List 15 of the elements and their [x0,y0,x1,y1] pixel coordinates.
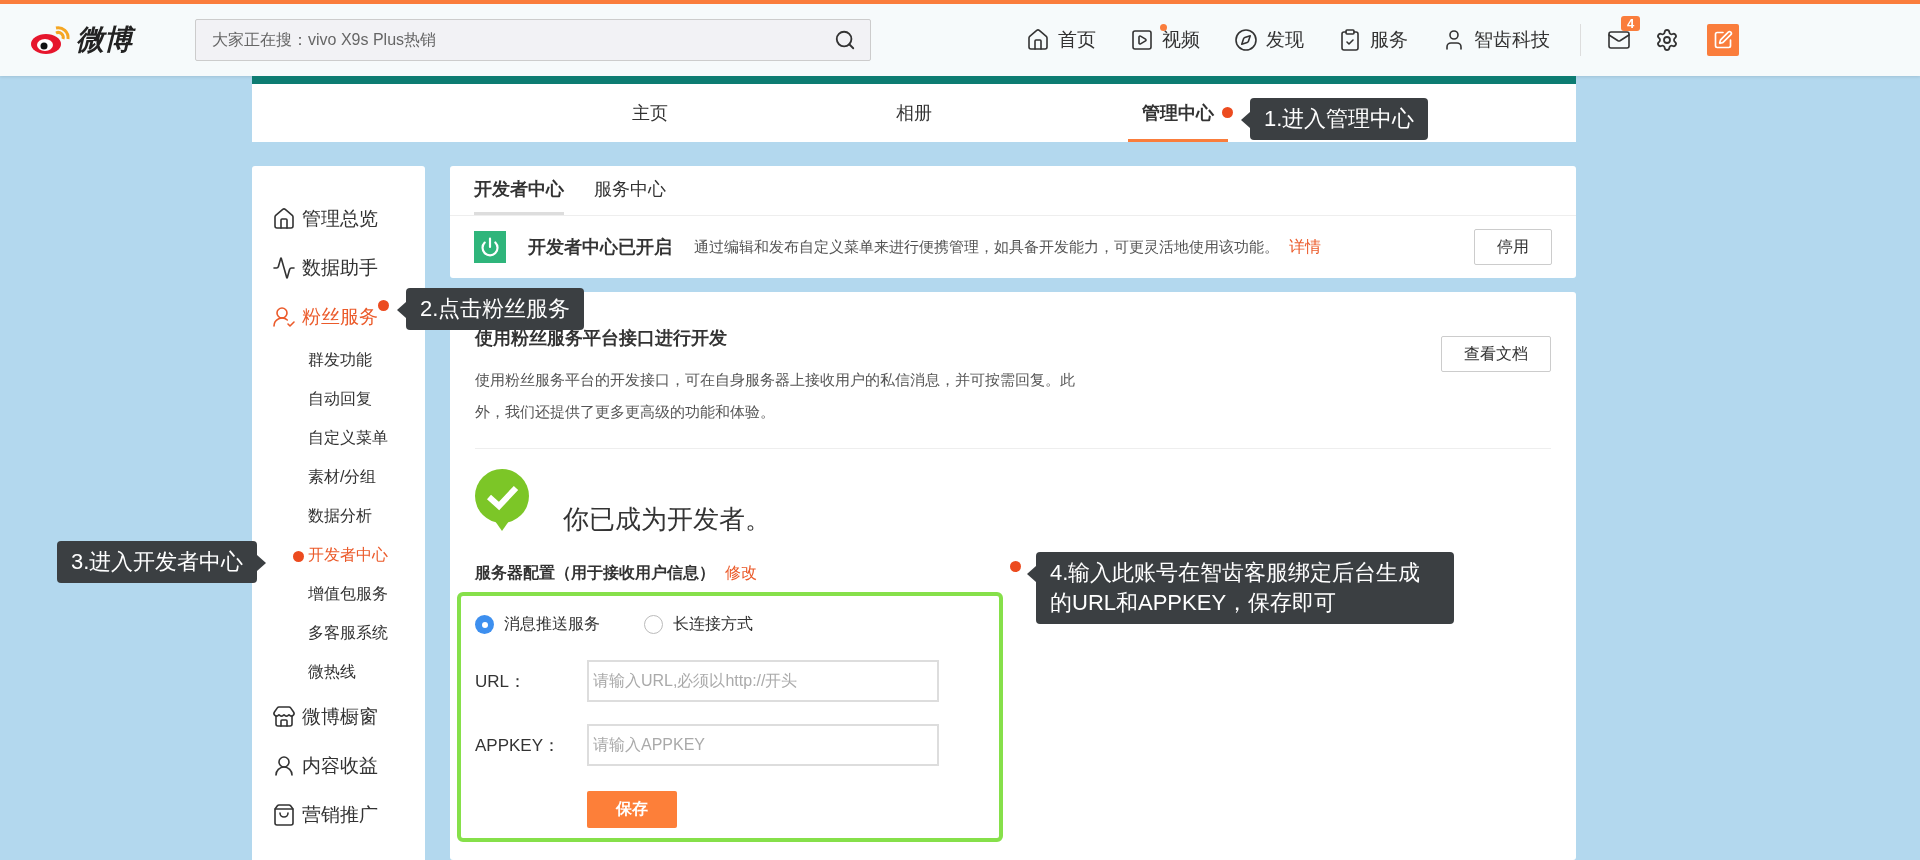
status-text: 通过编辑和发布自定义菜单来进行便携管理，如具备开发能力，可更灵活地使用该功能。 [694,237,1279,257]
field-label: APPKEY： [475,734,562,757]
annotation-tooltip: 2.点击粉丝服务 [406,288,585,330]
radio-label: 长连接方式 [673,614,753,634]
field-label: URL： [475,670,527,693]
annotation-tooltip: 4.输入此账号在智齿客服绑定后台生成的URL和APPKEY，保存即可 [1036,552,1454,624]
annotation-tooltip: 3.进入开发者中心 [57,541,258,583]
section-description: 使用粉丝服务平台的开发接口，可在自身服务器上接收用户的私信消息，并可按需回复。此外，我们还提供了更多更高级的功能和体验。 [475,370,1075,422]
status-title: 开发者中心已开启 [528,236,672,259]
radio-label: 消息推送服务 [504,614,600,634]
config-label: 服务器配置（用于接收用户信息） [475,563,715,583]
annotation-tooltip: 1.进入管理中心 [1250,98,1429,140]
section-title: 使用粉丝服务平台接口进行开发 [475,327,728,350]
mail-badge: 4 [1621,16,1641,31]
success-message: 你已成为开发者。 [563,503,771,536]
